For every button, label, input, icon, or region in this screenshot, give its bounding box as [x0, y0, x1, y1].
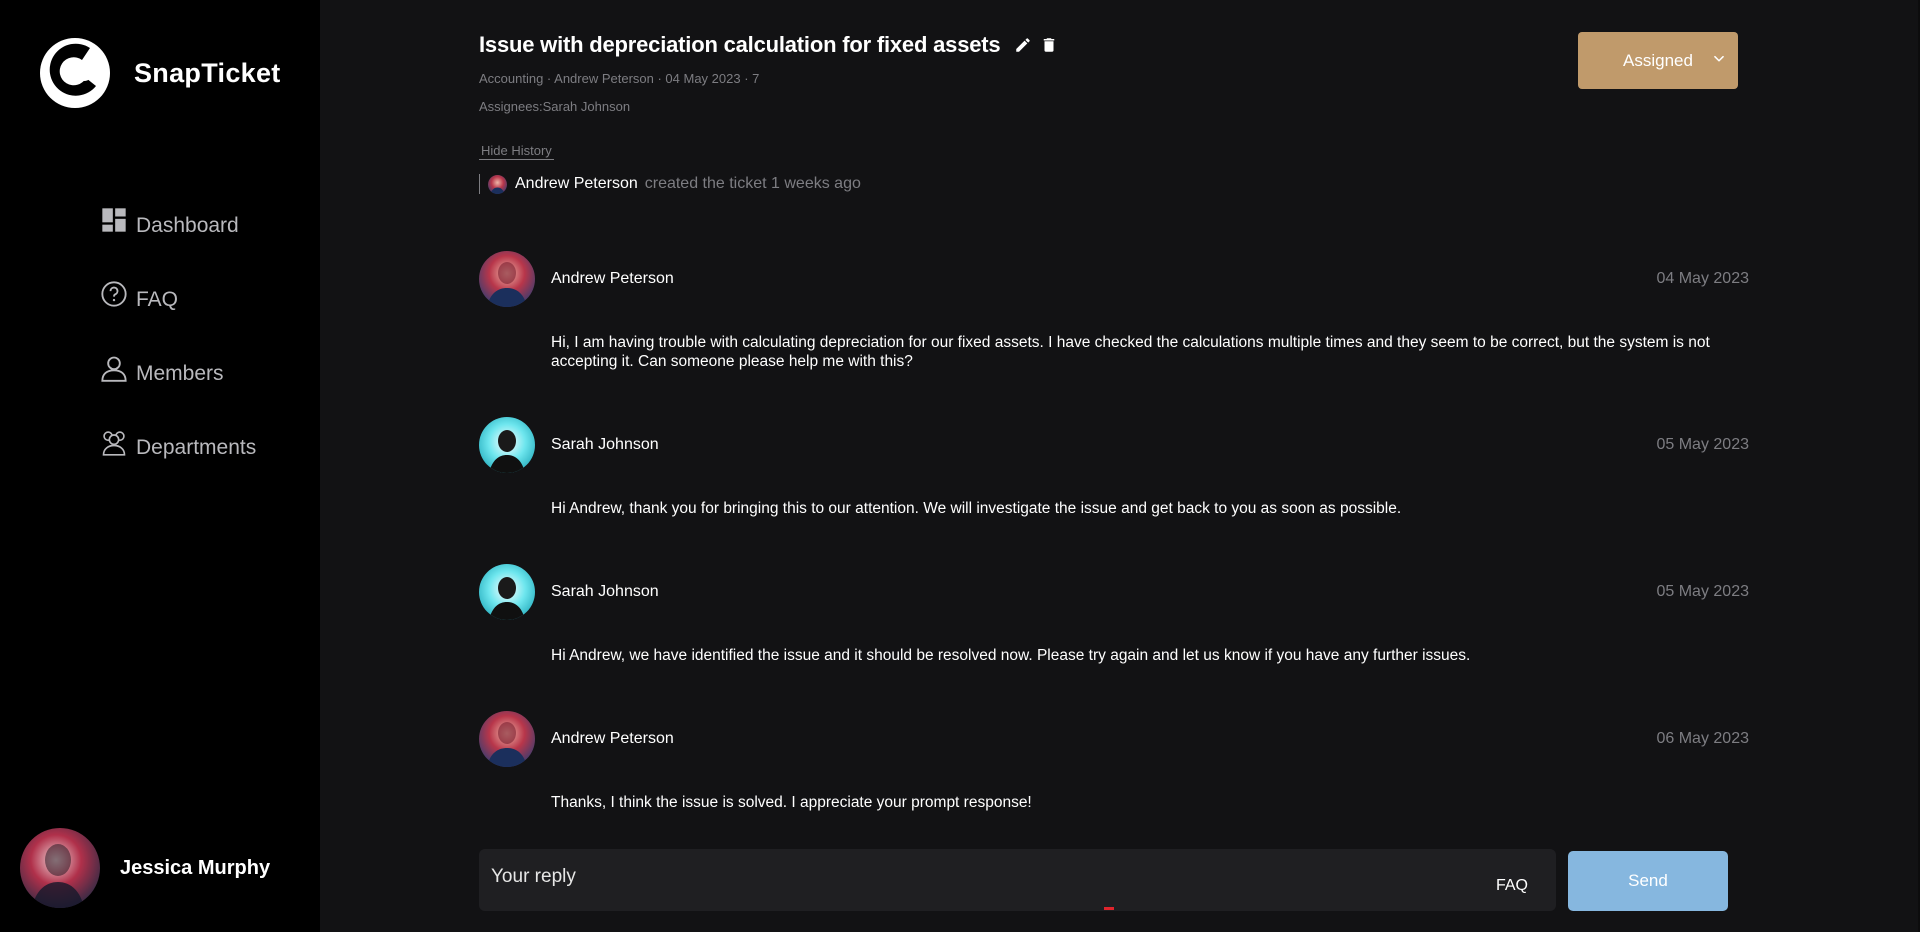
status-dropdown[interactable]: Assigned: [1578, 32, 1738, 89]
ticket-header: Issue with depreciation calculation for …: [479, 32, 1058, 58]
history-entry: Andrew Peterson created the ticket 1 wee…: [479, 174, 861, 194]
app-name: SnapTicket: [134, 57, 281, 88]
message-header: Andrew Peterson 06 May 2023: [479, 711, 1749, 767]
ticket-assignees: Assignees:Sarah Johnson: [479, 99, 631, 114]
page-title: Issue with depreciation calculation for …: [479, 32, 1001, 57]
avatar: [479, 417, 535, 473]
send-button[interactable]: Send: [1568, 851, 1728, 911]
avatar: [20, 828, 100, 908]
sidebar-item-departments[interactable]: Departments: [100, 428, 256, 468]
message-header: Andrew Peterson 04 May 2023: [479, 251, 1749, 307]
reply-box: FAQ: [479, 849, 1556, 911]
avatar: [479, 251, 535, 307]
spellcheck-marker: [1104, 907, 1114, 910]
hide-history-link[interactable]: Hide History: [479, 142, 554, 160]
sidebar-item-label: Dashboard: [136, 214, 239, 237]
sidebar-item-label: FAQ: [136, 288, 179, 311]
message-date: 04 May 2023: [1656, 270, 1749, 287]
app-logo[interactable]: SnapTicket: [40, 38, 281, 108]
avatar: [479, 564, 535, 620]
current-user[interactable]: Jessica Murphy: [20, 828, 270, 908]
sidebar-item-dashboard[interactable]: Dashboard: [100, 206, 256, 246]
history-author: Andrew Peterson: [515, 175, 638, 192]
reply-faq-link[interactable]: FAQ: [1496, 877, 1528, 895]
message-header: Sarah Johnson 05 May 2023: [479, 564, 1749, 620]
message-author: Andrew Peterson: [551, 270, 674, 287]
sidebar-item-members[interactable]: Members: [100, 354, 256, 394]
message: Andrew Peterson 06 May 2023 Thanks, I th…: [479, 711, 1749, 812]
message-body: Hi Andrew, we have identified the issue …: [551, 647, 1471, 664]
message-body: Thanks, I think the issue is solved. I a…: [551, 794, 1032, 811]
history-action: created the ticket 1 weeks ago: [644, 175, 861, 192]
dashboard-icon: [102, 208, 126, 232]
message: Andrew Peterson 04 May 2023 Hi, I am hav…: [479, 251, 1749, 371]
chevron-down-icon: [1714, 55, 1724, 62]
sidebar-item-label: Departments: [136, 436, 257, 459]
message-date: 06 May 2023: [1656, 730, 1749, 747]
message-body: Hi, I am having trouble with calculating…: [551, 334, 1710, 370]
message-date: 05 May 2023: [1656, 583, 1749, 600]
edit-icon[interactable]: [1014, 36, 1032, 54]
ticket-meta: Accounting · Andrew Peterson · 04 May 20…: [479, 71, 760, 86]
person-icon: [101, 356, 127, 382]
sidebar-item-label: Members: [136, 362, 224, 385]
message: Sarah Johnson 05 May 2023 Hi Andrew, we …: [479, 564, 1749, 665]
message-body: Hi Andrew, thank you for bringing this t…: [551, 500, 1402, 517]
reply-input[interactable]: [491, 863, 1391, 891]
user-name: Jessica Murphy: [120, 856, 271, 879]
avatar: [479, 711, 535, 767]
group-icon: [102, 431, 126, 456]
message-header: Sarah Johnson 05 May 2023: [479, 417, 1749, 473]
sidebar-nav: Dashboard FAQ Members Departments: [100, 206, 256, 502]
message-author: Sarah Johnson: [551, 583, 659, 600]
message-author: Sarah Johnson: [551, 436, 659, 453]
sidebar: SnapTicket Dashboard FAQ Members Departm…: [0, 0, 320, 932]
status-label: Assigned: [1623, 50, 1693, 70]
sidebar-item-faq[interactable]: FAQ: [100, 280, 256, 320]
trash-icon[interactable]: [1040, 36, 1058, 54]
avatar: [488, 174, 507, 194]
message-date: 05 May 2023: [1656, 436, 1749, 453]
message-author: Andrew Peterson: [551, 730, 674, 747]
message: Sarah Johnson 05 May 2023 Hi Andrew, tha…: [479, 417, 1749, 518]
snapticket-logo-icon: [40, 38, 110, 108]
help-circle-icon: [101, 281, 127, 307]
